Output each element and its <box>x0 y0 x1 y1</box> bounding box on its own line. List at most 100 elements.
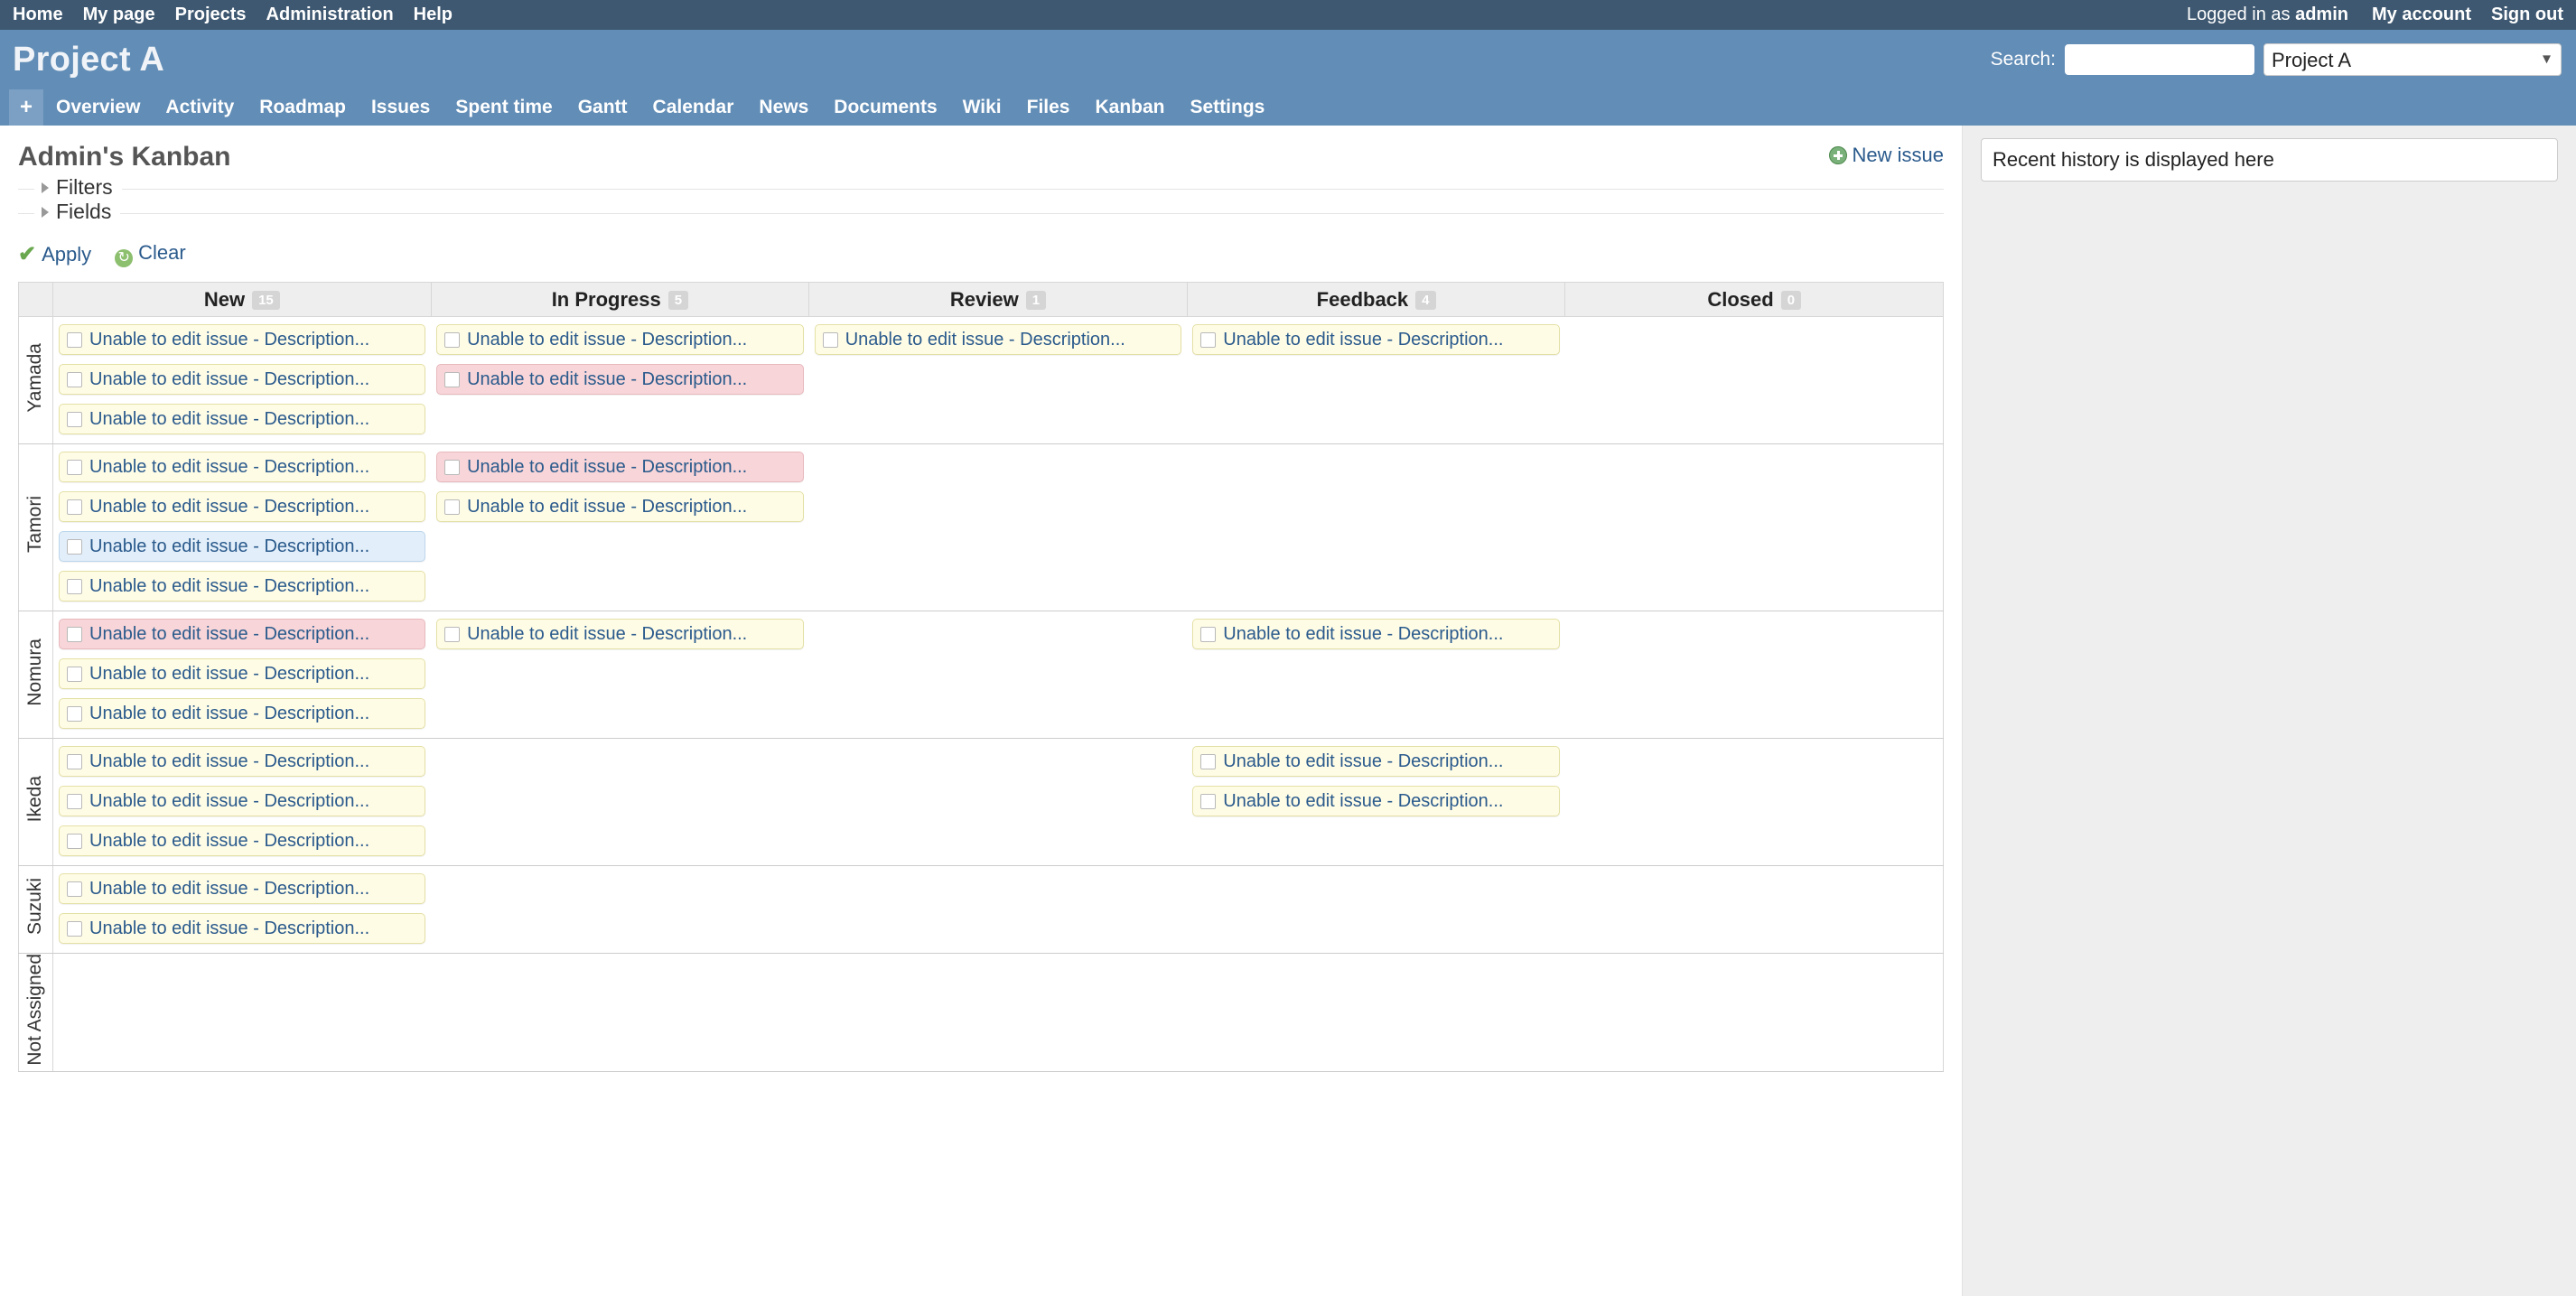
project-scope-select[interactable]: Project A <box>2263 43 2562 76</box>
kanban-card[interactable]: Unable to edit issue - Description... <box>59 364 426 395</box>
top-menu-projects[interactable]: Projects <box>175 5 247 25</box>
kanban-cell[interactable] <box>1564 443 1944 611</box>
top-menu-help[interactable]: Help <box>414 5 453 25</box>
checkbox-icon[interactable] <box>444 626 461 642</box>
kanban-cell[interactable]: Unable to edit issue - Description... Una… <box>52 611 432 739</box>
checkbox-icon[interactable] <box>67 920 82 937</box>
kanban-cell[interactable] <box>52 953 432 1072</box>
kanban-card[interactable]: Unable to edit issue - Description... <box>59 658 426 689</box>
search-input[interactable] <box>2065 44 2254 75</box>
kanban-cell[interactable] <box>431 738 809 866</box>
checkbox-icon[interactable] <box>67 371 82 387</box>
checkbox-icon[interactable] <box>67 666 82 682</box>
checkbox-icon[interactable] <box>67 881 82 897</box>
kanban-cell[interactable] <box>808 738 1188 866</box>
tab-gantt[interactable]: Gantt <box>565 89 640 126</box>
checkbox-icon[interactable] <box>444 331 461 348</box>
kanban-cell[interactable] <box>1187 865 1565 954</box>
checkbox-icon[interactable] <box>822 331 838 348</box>
tab-settings[interactable]: Settings <box>1178 89 1278 126</box>
filters-toggle[interactable]: Filters <box>34 175 122 200</box>
checkbox-icon[interactable] <box>67 578 82 594</box>
kanban-cell[interactable] <box>431 865 809 954</box>
kanban-card[interactable]: Unable to edit issue - Description... <box>1192 619 1560 649</box>
checkbox-icon[interactable] <box>67 411 82 427</box>
kanban-card[interactable]: Unable to edit issue - Description... <box>59 913 426 944</box>
kanban-cell[interactable]: Unable to edit issue - Description... <box>431 611 809 739</box>
checkbox-icon[interactable] <box>1200 626 1217 642</box>
apply-button[interactable]: ✔ Apply <box>18 241 91 267</box>
kanban-card[interactable]: Unable to edit issue - Description... <box>59 531 426 562</box>
checkbox-icon[interactable] <box>444 371 461 387</box>
my-account-link[interactable]: My account <box>2372 5 2471 25</box>
checkbox-icon[interactable] <box>1200 331 1217 348</box>
kanban-card[interactable]: Unable to edit issue - Description... <box>436 491 804 522</box>
kanban-card[interactable]: Unable to edit issue - Description... <box>59 698 426 729</box>
kanban-card[interactable]: Unable to edit issue - Description... <box>59 873 426 904</box>
kanban-cell[interactable]: Unable to edit issue - Description... Una… <box>52 738 432 866</box>
tab-wiki[interactable]: Wiki <box>950 89 1014 126</box>
checkbox-icon[interactable] <box>444 459 461 475</box>
tab-files[interactable]: Files <box>1014 89 1083 126</box>
kanban-cell[interactable]: Unable to edit issue - Description... Una… <box>1187 738 1565 866</box>
checkbox-icon[interactable] <box>1200 793 1217 809</box>
checkbox-icon[interactable] <box>67 499 82 515</box>
kanban-card[interactable]: Unable to edit issue - Description... <box>436 619 804 649</box>
kanban-cell[interactable] <box>1564 953 1944 1072</box>
kanban-card[interactable]: Unable to edit issue - Description... <box>436 364 804 395</box>
top-menu-my-page[interactable]: My page <box>83 5 155 25</box>
add-menu-button[interactable]: + <box>9 89 44 126</box>
kanban-card[interactable]: Unable to edit issue - Description... <box>59 404 426 434</box>
tab-activity[interactable]: Activity <box>153 89 247 126</box>
tab-overview[interactable]: Overview <box>43 89 153 126</box>
checkbox-icon[interactable] <box>67 705 82 722</box>
kanban-card[interactable]: Unable to edit issue - Description... <box>59 452 426 482</box>
new-issue-link[interactable]: New issue <box>1828 144 1944 166</box>
top-menu-administration[interactable]: Administration <box>266 5 394 25</box>
checkbox-icon[interactable] <box>67 833 82 849</box>
kanban-card[interactable]: Unable to edit issue - Description... <box>1192 324 1560 355</box>
kanban-cell[interactable] <box>1564 316 1944 444</box>
kanban-cell[interactable]: Unable to edit issue - Description... Una… <box>52 865 432 954</box>
clear-button[interactable]: ↻ Clear <box>115 241 186 267</box>
kanban-card[interactable]: Unable to edit issue - Description... <box>59 786 426 816</box>
kanban-cell[interactable] <box>431 953 809 1072</box>
kanban-cell[interactable]: Unable to edit issue - Description... Una… <box>52 443 432 611</box>
kanban-cell[interactable]: Unable to edit issue - Description... <box>1187 611 1565 739</box>
kanban-cell[interactable]: Unable to edit issue - Description... <box>808 316 1188 444</box>
kanban-cell[interactable] <box>1564 865 1944 954</box>
kanban-cell[interactable]: Unable to edit issue - Description... Una… <box>52 316 432 444</box>
checkbox-icon[interactable] <box>67 793 82 809</box>
kanban-cell[interactable] <box>808 953 1188 1072</box>
kanban-cell[interactable] <box>808 611 1188 739</box>
kanban-cell[interactable]: Unable to edit issue - Description... <box>1187 316 1565 444</box>
kanban-card[interactable]: Unable to edit issue - Description... <box>59 825 426 856</box>
tab-documents[interactable]: Documents <box>821 89 949 126</box>
checkbox-icon[interactable] <box>444 499 461 515</box>
kanban-card[interactable]: Unable to edit issue - Description... <box>59 571 426 601</box>
kanban-cell[interactable] <box>1564 738 1944 866</box>
kanban-card[interactable]: Unable to edit issue - Description... <box>1192 786 1560 816</box>
kanban-card[interactable]: Unable to edit issue - Description... <box>436 324 804 355</box>
tab-kanban[interactable]: Kanban <box>1082 89 1177 126</box>
checkbox-icon[interactable] <box>67 459 82 475</box>
checkbox-icon[interactable] <box>67 753 82 769</box>
checkbox-icon[interactable] <box>67 538 82 555</box>
tab-spent-time[interactable]: Spent time <box>443 89 565 126</box>
kanban-cell[interactable] <box>1187 443 1565 611</box>
kanban-cell[interactable] <box>1187 953 1565 1072</box>
kanban-cell[interactable] <box>1564 611 1944 739</box>
kanban-cell[interactable]: Unable to edit issue - Description... Una… <box>431 316 809 444</box>
top-menu-home[interactable]: Home <box>13 5 63 25</box>
checkbox-icon[interactable] <box>67 331 82 348</box>
kanban-card[interactable]: Unable to edit issue - Description... <box>59 619 426 649</box>
kanban-card[interactable]: Unable to edit issue - Description... <box>814 324 1182 355</box>
tab-news[interactable]: News <box>746 89 821 126</box>
checkbox-icon[interactable] <box>67 626 82 642</box>
fields-toggle[interactable]: Fields <box>34 200 121 224</box>
kanban-cell[interactable] <box>808 443 1188 611</box>
sign-out-link[interactable]: Sign out <box>2491 5 2563 25</box>
kanban-card[interactable]: Unable to edit issue - Description... <box>59 491 426 522</box>
tab-calendar[interactable]: Calendar <box>640 89 747 126</box>
kanban-card[interactable]: Unable to edit issue - Description... <box>59 746 426 777</box>
